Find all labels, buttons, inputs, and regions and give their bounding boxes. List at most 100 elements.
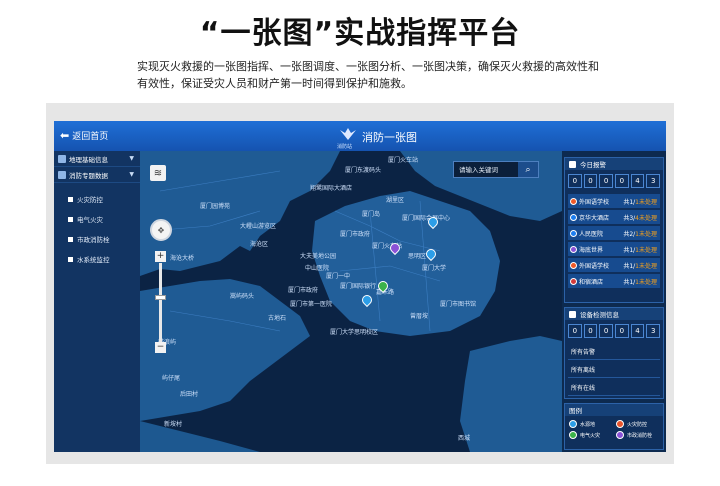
map-label: 厦门东渡码头 [345,167,382,174]
sidebar: 地理基础信息 ▼ 消防专题数据 ▼ 火灾防控 电气火灾 市政消防栓 水系统监控 [54,151,140,452]
device-row-offline[interactable]: 所有离线 [568,362,660,378]
legend-label: 水源地 [580,421,596,428]
checkbox[interactable] [68,196,73,202]
alarm-name: 外国语学校 [579,198,610,206]
alarm-count: 共1/ [623,246,636,254]
zoom-out-button[interactable]: − [155,342,166,353]
alarm-dot-icon [570,229,577,237]
map-label: 厦门国际银行 [340,283,377,290]
pan-control-icon: ✥ [157,225,165,235]
legend-item: 市政消防栓 [616,431,659,439]
layers-toggle-button[interactable]: ≋ [150,165,166,181]
counter-digit: 0 [615,324,629,338]
map-label: 大夫美地公园 [300,253,337,260]
alarm-row[interactable]: 外国语学校 共1/1未处理 [568,258,660,272]
alarm-row[interactable]: 海底世界 共1/1未处理 [568,242,660,256]
alarm-unhandled: 1未处理 [635,262,657,270]
alarm-name: 海底世界 [579,246,604,254]
map-label: 厦门市第一医院 [290,301,333,308]
sidebar-item-water-monitor[interactable]: 水系统监控 [54,249,140,269]
electrical-fire-icon [569,431,577,439]
map-label: 海沧区 [250,241,269,248]
sidebar-group-fire-data[interactable]: 消防专题数据 ▼ [54,167,140,183]
map-label: 嵩屿码头 [230,293,255,300]
legend-label: 市政消防栓 [627,432,653,439]
alarm-name: 人民医院 [579,230,604,238]
sidebar-item-fire-control[interactable]: 火灾防控 [54,189,140,209]
alarm-row[interactable]: 外国语学校 共1/1未处理 [568,194,660,208]
alarm-unhandled: 1未处理 [635,278,657,286]
map-label: 厦门岛 [362,211,381,218]
alarm-unhandled: 1未处理 [635,198,657,206]
sidebar-item-electrical-fire[interactable]: 电气火灾 [54,209,140,229]
alarm-unhandled: 1未处理 [635,246,657,254]
topbar: ⬅ 返回首页 消防站 消防一张图 [54,121,666,151]
alarm-dot-icon [570,277,577,285]
device-panel-header: 设备检测信息 [565,308,663,320]
database-icon [58,170,66,179]
alarm-row[interactable]: 人民医院 共2/1未处理 [568,226,660,240]
back-home-label: 返回首页 [72,132,109,142]
legend-item: 水源地 [569,420,612,428]
fire-control-icon [616,420,624,428]
device-row-alarm[interactable]: 所有告警 [568,344,660,360]
counter-digit: 4 [630,324,645,338]
alarm-dot-icon [570,213,577,221]
alarm-count: 共2/ [623,230,636,238]
map-label: 厦门国际会展中心 [402,215,451,222]
fire-dept-logo-icon [340,128,356,140]
search-button[interactable]: ⌕ [518,162,538,177]
alarm-dot-icon [570,245,577,253]
alarm-row[interactable]: 京华大酒店 共3/4未处理 [568,210,660,224]
device-panel-title: 设备检测信息 [580,311,619,319]
alarm-panel: 今日报警 0 0 0 0 4 3 外国语学校 共1/1未处理 京华大酒店 共3/… [564,157,664,303]
legend-label: 电气火灾 [580,432,601,439]
map-view[interactable]: 厦门东渡码头 厦门火车站 湖里区 翔鹭国际大酒店 厦门国际会展中心 厦门岛 大嶝… [140,151,562,452]
back-arrow-icon: ⬅ [60,129,70,142]
counter-digit: 0 [583,324,598,338]
sidebar-group-geo[interactable]: 地理基础信息 ▼ [54,151,140,167]
map-label: 新垵村 [164,421,183,428]
alarm-count: 共1/ [623,198,636,206]
alarm-unhandled: 1未处理 [635,230,657,238]
map-label: 厦门火车站 [388,157,419,164]
legend-item: 电气火灾 [569,431,612,439]
map-label: 屿仔尾 [162,375,181,382]
map-search: ⌕ [453,161,539,178]
sidebar-item-hydrant[interactable]: 市政消防栓 [54,229,140,249]
zoom-slider-track[interactable] [159,263,162,343]
zoom-slider-handle[interactable] [155,295,166,300]
alarm-row[interactable]: 和宿酒店 共1/1未处理 [568,274,660,288]
device-icon [569,310,576,318]
checkbox[interactable] [68,236,73,242]
legend-label: 火灾防控 [627,421,648,428]
logo-text: 消防站 [337,144,353,150]
alarm-dot-icon [570,261,577,269]
map-label: 厦门市图书馆 [440,301,477,308]
sidebar-item-label: 火灾防控 [77,196,103,204]
counter-digit: 0 [599,174,613,188]
alarm-unhandled: 4未处理 [635,214,657,222]
checkbox[interactable] [68,256,73,262]
alarm-counter: 0 0 0 0 4 3 [565,170,663,192]
device-row-online[interactable]: 所有在线 [568,380,660,396]
counter-digit: 0 [599,324,613,338]
search-input[interactable] [454,162,518,177]
sidebar-item-label: 电气火灾 [77,216,103,224]
legend-panel: 图例 水源地 火灾防控 电气火灾 市政消防栓 [564,403,664,450]
back-home-button[interactable]: ⬅ 返回首页 [60,129,108,142]
map-label: 思明区 [408,253,427,260]
home-icon [569,160,576,168]
layers-icon [58,154,66,163]
counter-digit: 3 [646,174,661,188]
map-compass[interactable]: ✥ [150,219,172,241]
zoom-in-button[interactable]: + [155,251,166,262]
device-counter: 0 0 0 0 4 3 [565,320,663,342]
legend-header: 图例 [565,404,663,416]
map-land-shapes [140,151,562,452]
map-label: 厦门市政府 [288,287,319,294]
map-label: 中山医院 [305,265,330,272]
checkbox[interactable] [68,216,73,222]
sidebar-item-label: 水系统监控 [77,256,110,264]
intro-line-1: 实现灭火救援的一张图指挥、一张图调度、一张图分析、一张图决策，确保灭火救援的高效… [137,60,599,73]
